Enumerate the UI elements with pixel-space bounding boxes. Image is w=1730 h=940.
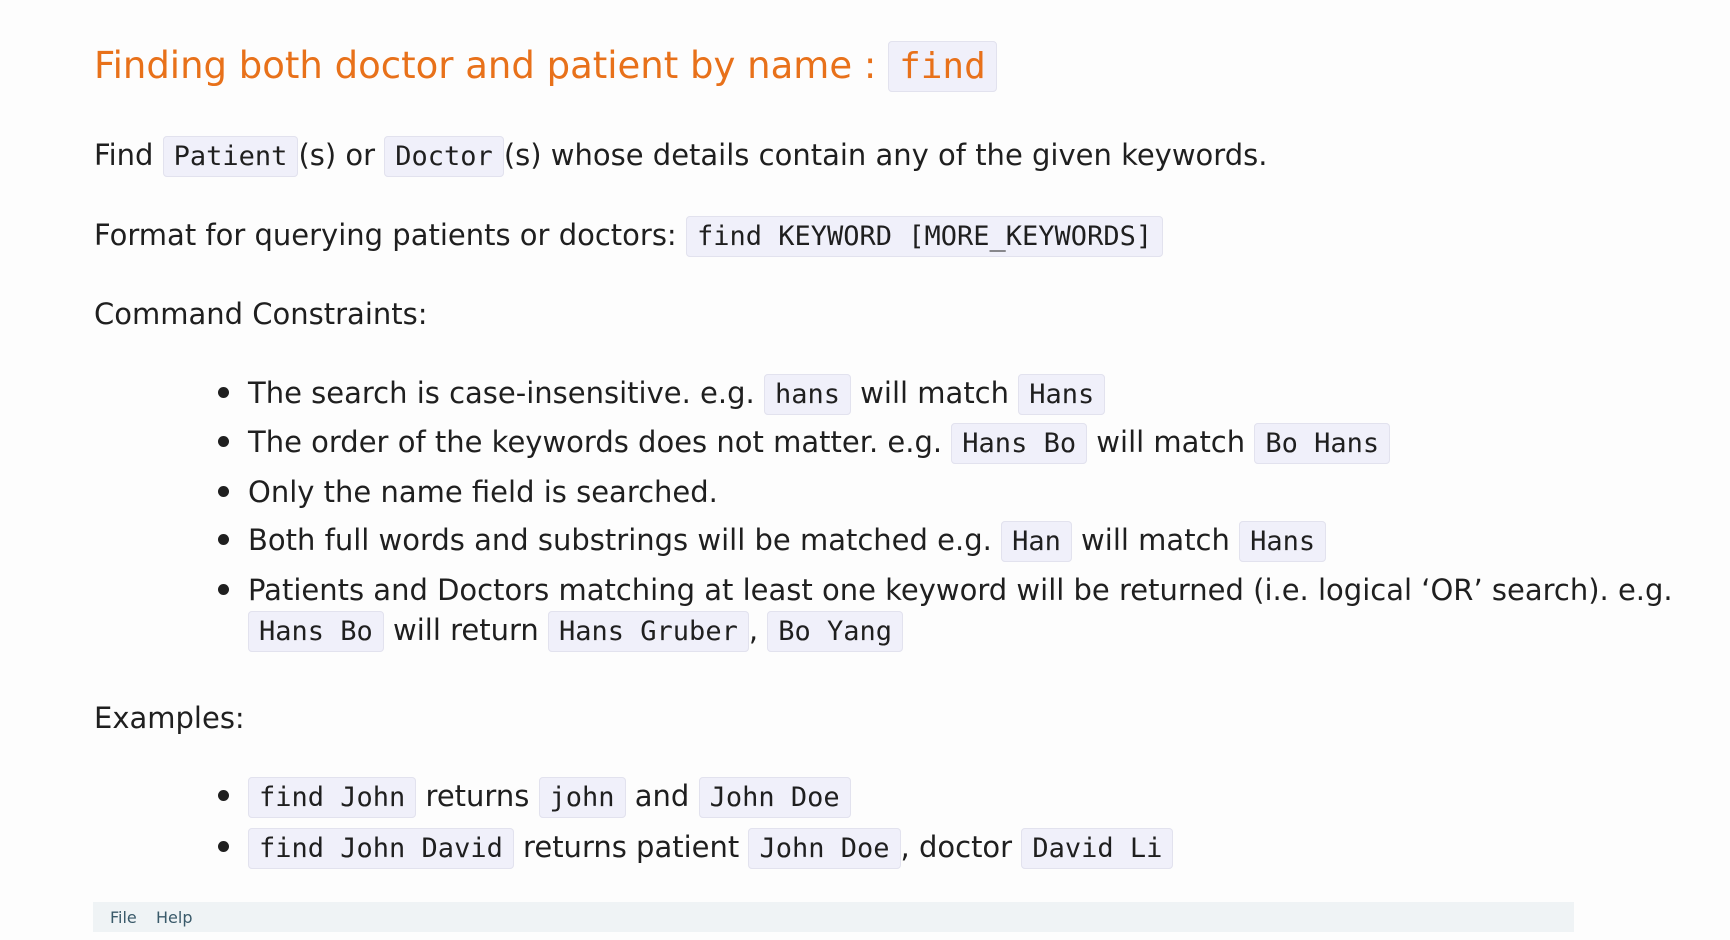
bullet-icon <box>218 486 229 497</box>
inline-code: Hans <box>1239 521 1327 562</box>
format-paragraph: Format for querying patients or doctors:… <box>94 215 1164 257</box>
inline-code: Patient <box>162 136 299 177</box>
text: (s) whose details contain any of the giv… <box>503 138 1268 172</box>
text: Only the name field is searched. <box>248 475 718 509</box>
text: will match <box>850 376 1019 410</box>
inline-code: Han <box>1001 521 1072 562</box>
inline-code: Hans Bo <box>248 611 384 652</box>
inline-code: Hans Gruber <box>548 611 749 652</box>
bullet-icon <box>218 584 229 595</box>
list-item: find John returns john and John Doe <box>218 776 851 818</box>
inline-code: find KEYWORD [MORE_KEYWORDS] <box>685 216 1164 257</box>
bullet-icon <box>218 436 229 447</box>
list-item: Only the name field is searched. <box>218 472 718 512</box>
list-item: find John David returns patient John Doe… <box>218 827 1174 869</box>
list-item: The order of the keywords does not matte… <box>218 422 1391 464</box>
text: The order of the keywords does not matte… <box>248 425 952 459</box>
code-find: find <box>888 41 997 92</box>
text: Both full words and substrings will be m… <box>248 523 1002 557</box>
inline-code: Bo Hans <box>1254 423 1391 464</box>
list-item: The search is case-insensitive. e.g. han… <box>218 373 1106 415</box>
text: Format for querying patients or doctors: <box>94 218 686 252</box>
inline-code: hans <box>763 374 851 415</box>
text: Find <box>94 138 163 172</box>
text: The search is case-insensitive. e.g. <box>248 376 764 410</box>
inline-code: John Doe <box>698 777 851 818</box>
constraints-heading: Command Constraints: <box>94 297 428 331</box>
inline-code: find John <box>248 777 417 818</box>
inline-code: John Doe <box>748 828 901 869</box>
inline-code: David Li <box>1021 828 1174 869</box>
inline-code: john <box>538 777 626 818</box>
text: will match <box>1087 425 1255 459</box>
bullet-icon <box>218 841 229 852</box>
list-item: Patients and Doctors matching at least o… <box>218 570 1673 652</box>
text: (s) or <box>298 138 385 172</box>
list-item: Both full words and substrings will be m… <box>218 520 1327 562</box>
examples-heading: Examples: <box>94 701 245 735</box>
text: , doctor <box>900 830 1022 864</box>
page-title: Finding both doctor and patient by name … <box>94 41 997 92</box>
inline-code: Doctor <box>384 136 504 177</box>
text: will return <box>383 613 549 647</box>
text: Patients and Doctors matching at least o… <box>248 573 1673 607</box>
text: , <box>748 613 768 647</box>
inline-code: find John David <box>248 828 514 869</box>
text: will match <box>1071 523 1240 557</box>
text: returns <box>416 779 539 813</box>
inline-code: Bo Yang <box>767 611 904 652</box>
menu-file[interactable]: File <box>110 908 137 927</box>
bullet-icon <box>218 387 229 398</box>
menu-bar: File Help <box>93 902 1574 932</box>
bullet-icon <box>218 534 229 545</box>
bullet-icon <box>218 790 229 801</box>
inline-code: Hans Bo <box>951 423 1088 464</box>
text: returns patient <box>513 830 749 864</box>
intro-paragraph: Find Patient (s) or Doctor (s) whose detai… <box>94 135 1267 177</box>
menu-help[interactable]: Help <box>156 908 192 927</box>
text: and <box>625 779 699 813</box>
inline-code: Hans <box>1018 374 1106 415</box>
